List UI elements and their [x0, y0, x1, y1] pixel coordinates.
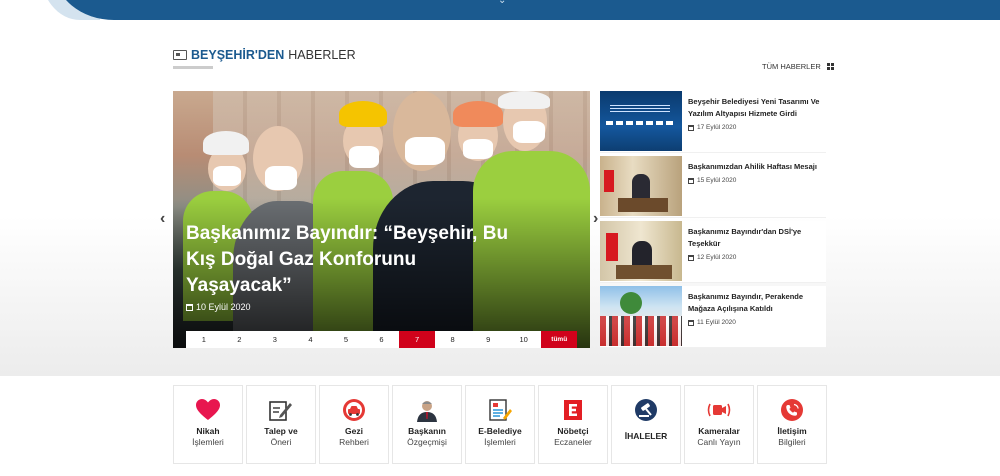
quick-links: Nikah İşlemleri Talep ve Öneri Gezi Rehb…	[173, 385, 827, 464]
pharmacy-icon	[560, 398, 586, 422]
calendar-icon	[186, 303, 193, 311]
grid-icon	[826, 63, 834, 70]
quick-link-kameralar[interactable]: Kameralar Canlı Yayın	[684, 385, 754, 464]
pager-item-active[interactable]: 7	[399, 331, 435, 348]
calendar-icon	[688, 177, 694, 184]
banner-wave	[54, 0, 1000, 20]
side-news-item[interactable]: Başkanımız Bayındır, Perakende Mağaza Aç…	[600, 286, 826, 348]
quick-link-talep[interactable]: Talep ve Öneri	[246, 385, 316, 464]
quick-link-line2: Rehberi	[339, 437, 369, 447]
quick-link-line2: Canlı Yayın	[697, 437, 741, 447]
calendar-icon	[688, 319, 694, 326]
camera-icon	[706, 398, 732, 422]
side-news-item[interactable]: Başkanımızdan Ahilik Haftası Mesajı 15 E…	[600, 156, 826, 218]
news-thumbnail	[600, 221, 682, 281]
quick-link-line2: Eczaneler	[554, 437, 592, 447]
quick-link-gezi[interactable]: Gezi Rehberi	[319, 385, 389, 464]
newspaper-icon	[173, 50, 187, 60]
side-news-title: Başkanımız Bayındır, Perakende Mağaza Aç…	[688, 292, 804, 313]
side-news-title: Başkanımızdan Ahilik Haftası Mesajı	[688, 162, 817, 171]
quick-link-nikah[interactable]: Nikah İşlemleri	[173, 385, 243, 464]
pager-item[interactable]: 4	[293, 331, 329, 348]
quick-link-line1: İHALELER	[624, 431, 668, 441]
quick-link-line1: Gezi	[345, 426, 363, 436]
quick-link-eczane[interactable]: Nöbetçi Eczaneler	[538, 385, 608, 464]
car-icon	[341, 398, 367, 422]
quick-link-line2: İşlemleri	[192, 437, 224, 447]
quick-link-line2: İşlemleri	[484, 437, 516, 447]
quick-link-ebelediye[interactable]: E-Belediye İşlemleri	[465, 385, 535, 464]
pager-item[interactable]: 9	[470, 331, 506, 348]
side-news-date: 12 Eylül 2020	[697, 254, 737, 261]
quick-link-line1: İletişim	[777, 426, 807, 436]
pager-item[interactable]: 2	[222, 331, 258, 348]
news-thumbnail	[600, 91, 682, 151]
mayor-portrait-icon	[414, 398, 440, 422]
all-news-label: TÜM HABERLER	[762, 62, 821, 71]
quick-link-line2: Bilgileri	[778, 437, 806, 447]
pager-item[interactable]: 8	[435, 331, 471, 348]
section-title-rest: HABERLER	[288, 48, 356, 62]
all-news-link[interactable]: TÜM HABERLER	[762, 62, 834, 71]
phone-icon	[779, 398, 805, 422]
quick-link-line1: Nikah	[196, 426, 220, 436]
quick-link-line1: Nöbetçi	[557, 426, 589, 436]
side-news-date: 17 Eylül 2020	[697, 124, 737, 131]
quick-link-line2: Öneri	[270, 437, 292, 447]
news-thumbnail	[600, 286, 682, 346]
side-news-date: 11 Eylül 2020	[697, 319, 736, 326]
side-news-item[interactable]: Beyşehir Belediyesi Yeni Tasarımı Ve Yaz…	[600, 91, 826, 153]
quick-link-iletisim[interactable]: İletişim Bilgileri	[757, 385, 827, 464]
e-document-icon	[487, 398, 513, 422]
pager-item[interactable]: 3	[257, 331, 293, 348]
quick-link-line1: Talep ve	[264, 426, 298, 436]
quick-link-line1: Kameralar	[698, 426, 740, 436]
chevron-down-icon[interactable]: ⌄	[498, 0, 506, 6]
section-title: BEYŞEHİR'DEN HABERLER	[173, 48, 356, 62]
quick-link-baskan[interactable]: Başkanın Özgeçmişi	[392, 385, 462, 464]
calendar-icon	[688, 124, 694, 131]
side-news-date: 15 Eylül 2020	[697, 177, 737, 184]
quick-link-line1: E-Belediye	[478, 426, 522, 436]
slide-date: 10 Eylül 2020	[186, 302, 251, 312]
section-title-underline	[173, 66, 213, 69]
side-news-title: Beyşehir Belediyesi Yeni Tasarımı Ve Yaz…	[688, 97, 820, 118]
slide-date-text: 10 Eylül 2020	[196, 302, 251, 312]
gavel-icon	[633, 398, 659, 422]
pager-item[interactable]: 5	[328, 331, 364, 348]
heart-icon	[195, 398, 221, 422]
slider-pager: 1 2 3 4 5 6 7 8 9 10 tümü	[186, 331, 578, 348]
quick-link-line1: Başkanın	[408, 426, 446, 436]
side-news-item[interactable]: Başkanımız Bayındır'dan DSİ'ye Teşekkür …	[600, 221, 826, 283]
pager-item[interactable]: 1	[186, 331, 222, 348]
quick-link-line2: Özgeçmişi	[407, 437, 447, 447]
pager-item[interactable]: 10	[506, 331, 542, 348]
news-slider[interactable]: Başkanımız Bayındır: “Beyşehir, Bu Kış D…	[173, 91, 590, 348]
edit-icon	[268, 398, 294, 422]
news-thumbnail	[600, 156, 682, 216]
side-news-title: Başkanımız Bayındır'dan DSİ'ye Teşekkür	[688, 227, 802, 248]
section-title-brand: BEYŞEHİR'DEN	[191, 48, 285, 62]
quick-link-ihaleler[interactable]: İHALELER	[611, 385, 681, 464]
calendar-icon	[688, 254, 694, 261]
slider-next-arrow-icon[interactable]: ›	[593, 210, 598, 228]
pager-all-button[interactable]: tümü	[541, 331, 578, 348]
slider-prev-arrow-icon[interactable]: ‹	[160, 210, 165, 228]
slide-title[interactable]: Başkanımız Bayındır: “Beyşehir, Bu Kış D…	[186, 221, 516, 299]
pager-item[interactable]: 6	[364, 331, 400, 348]
top-banner: ⌄	[0, 0, 1000, 20]
